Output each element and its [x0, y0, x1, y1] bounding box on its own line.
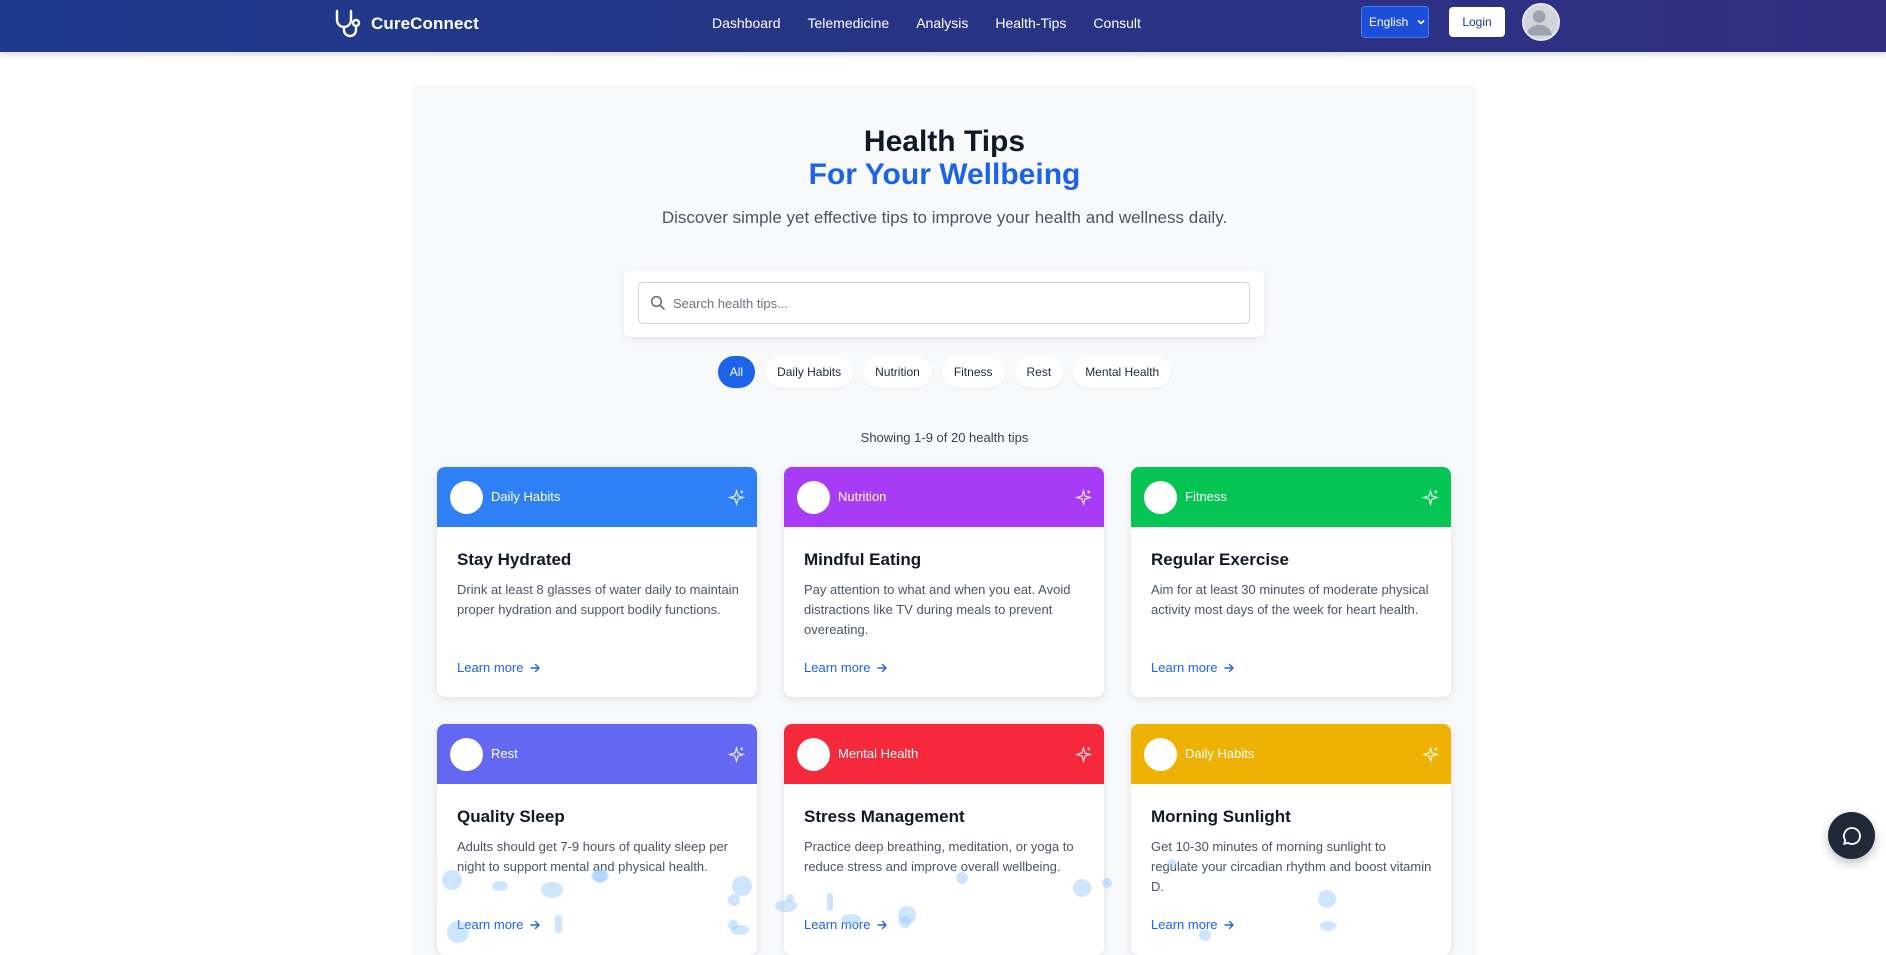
- tip-card[interactable]: Mental Health Stress Management Practice…: [784, 724, 1104, 955]
- tip-card[interactable]: Rest Quality Sleep Adults should get 7-9…: [437, 724, 757, 955]
- login-button[interactable]: Login: [1449, 7, 1505, 37]
- sparkle-icon: [1422, 489, 1439, 506]
- card-title: Stress Management: [804, 807, 965, 826]
- sparkle-icon: [1422, 746, 1439, 763]
- tip-card[interactable]: Daily Habits Stay Hydrated Drink at leas…: [437, 467, 757, 697]
- language-value: English: [1369, 15, 1409, 29]
- nav-analysis[interactable]: Analysis: [916, 15, 968, 31]
- card-title: Regular Exercise: [1151, 550, 1289, 569]
- search-input[interactable]: [673, 283, 1243, 323]
- chat-bubble-icon: [1842, 826, 1861, 845]
- chevron-down-icon: [1417, 19, 1425, 25]
- card-category: Mental Health: [838, 746, 919, 761]
- card-description: Pay attention to what and when you eat. …: [804, 582, 1071, 637]
- card-category: Daily Habits: [491, 489, 561, 504]
- learn-more-label: Learn more: [804, 660, 871, 675]
- category-icon-circle: [450, 738, 483, 771]
- card-category: Rest: [491, 746, 518, 761]
- category-icon-circle: [1144, 738, 1177, 771]
- health-tips-panel: Health Tips For Your Wellbeing Discover …: [412, 85, 1477, 955]
- learn-more-label: Learn more: [1151, 917, 1218, 932]
- stethoscope-icon: [335, 9, 361, 38]
- nav-telemedicine[interactable]: Telemedicine: [808, 15, 890, 31]
- arrow-right-icon: [1224, 663, 1235, 672]
- card-header: Fitness: [1131, 467, 1451, 527]
- category-icon-circle: [1144, 481, 1177, 514]
- card-description: Adults should get 7-9 hours of quality s…: [457, 839, 729, 874]
- card-header: Rest: [437, 724, 757, 784]
- card-header: Mental Health: [784, 724, 1104, 784]
- tip-card[interactable]: Nutrition Mindful Eating Pay attention t…: [784, 467, 1104, 697]
- page-subtitle: For Your Wellbeing: [808, 158, 1081, 191]
- language-select[interactable]: English: [1361, 6, 1429, 38]
- arrow-right-icon: [877, 920, 888, 929]
- nav-health-tips[interactable]: Health-Tips: [995, 15, 1066, 31]
- category-icon-circle: [450, 481, 483, 514]
- card-title: Mindful Eating: [804, 550, 922, 569]
- category-filters: All Daily Habits Nutrition Fitness Rest …: [412, 356, 1477, 388]
- filter-daily-habits[interactable]: Daily Habits: [765, 356, 854, 388]
- card-description: Practice deep breathing, meditation, or …: [804, 839, 1074, 874]
- card-category: Nutrition: [838, 489, 887, 504]
- search-box[interactable]: [638, 282, 1250, 324]
- avatar[interactable]: [1522, 3, 1560, 41]
- card-category: Fitness: [1185, 489, 1227, 504]
- card-header: Daily Habits: [437, 467, 757, 527]
- card-description: Aim for at least 30 minutes of moderate …: [1151, 582, 1429, 617]
- sparkle-icon: [728, 746, 745, 763]
- user-icon: [1526, 10, 1552, 36]
- learn-more-link[interactable]: Learn more: [1151, 917, 1235, 932]
- tip-card[interactable]: Daily Habits Morning Sunlight Get 10-30 …: [1131, 724, 1451, 955]
- nav-dashboard[interactable]: Dashboard: [712, 15, 781, 31]
- learn-more-label: Learn more: [804, 917, 871, 932]
- brand-name: CureConnect: [371, 14, 479, 33]
- filter-nutrition[interactable]: Nutrition: [863, 356, 932, 388]
- filter-rest[interactable]: Rest: [1014, 356, 1064, 388]
- main-nav: Dashboard Telemedicine Analysis Health-T…: [712, 0, 1141, 46]
- filter-fitness[interactable]: Fitness: [941, 356, 1005, 388]
- brand[interactable]: CureConnect: [331, 8, 479, 40]
- sparkle-icon: [1075, 746, 1092, 763]
- sparkle-icon: [1075, 489, 1092, 506]
- learn-more-link[interactable]: Learn more: [457, 917, 541, 932]
- top-navbar: CureConnect Dashboard Telemedicine Analy…: [0, 0, 1886, 52]
- arrow-right-icon: [530, 920, 541, 929]
- filter-all[interactable]: All: [717, 356, 756, 388]
- category-icon-circle: [797, 481, 830, 514]
- card-title: Quality Sleep: [457, 807, 565, 826]
- results-count: Showing 1-9 of 20 health tips: [860, 430, 1029, 445]
- card-header: Nutrition: [784, 467, 1104, 527]
- card-header: Daily Habits: [1131, 724, 1451, 784]
- arrow-right-icon: [1224, 920, 1235, 929]
- card-title: Morning Sunlight: [1151, 807, 1291, 826]
- card-category: Daily Habits: [1185, 746, 1255, 761]
- learn-more-link[interactable]: Learn more: [804, 660, 888, 675]
- category-icon-circle: [797, 738, 830, 771]
- learn-more-link[interactable]: Learn more: [804, 917, 888, 932]
- chat-button[interactable]: [1828, 812, 1875, 859]
- search-icon: [650, 295, 665, 310]
- arrow-right-icon: [877, 663, 888, 672]
- learn-more-link[interactable]: Learn more: [457, 660, 541, 675]
- card-description: Drink at least 8 glasses of water daily …: [457, 582, 739, 617]
- card-description: Get 10-30 minutes of morning sunlight to…: [1151, 839, 1432, 894]
- learn-more-label: Learn more: [1151, 660, 1218, 675]
- card-title: Stay Hydrated: [457, 550, 572, 569]
- learn-more-label: Learn more: [457, 660, 524, 675]
- learn-more-label: Learn more: [457, 917, 524, 932]
- page-description: Discover simple yet effective tips to im…: [661, 208, 1228, 227]
- filter-mental-health[interactable]: Mental Health: [1073, 356, 1172, 388]
- page-title: Health Tips: [863, 125, 1026, 158]
- search-card: [624, 270, 1264, 337]
- learn-more-link[interactable]: Learn more: [1151, 660, 1235, 675]
- nav-consult[interactable]: Consult: [1093, 15, 1140, 31]
- tip-card[interactable]: Fitness Regular Exercise Aim for at leas…: [1131, 467, 1451, 697]
- arrow-right-icon: [530, 663, 541, 672]
- sparkle-icon: [728, 489, 745, 506]
